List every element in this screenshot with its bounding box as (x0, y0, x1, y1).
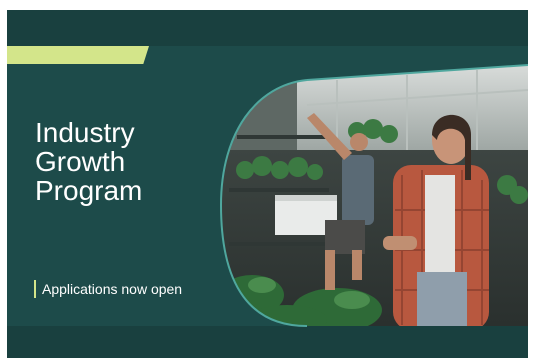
nursery-workers-photo (7, 10, 528, 358)
promo-banner: Industry Growth Program Applications now… (7, 10, 528, 358)
